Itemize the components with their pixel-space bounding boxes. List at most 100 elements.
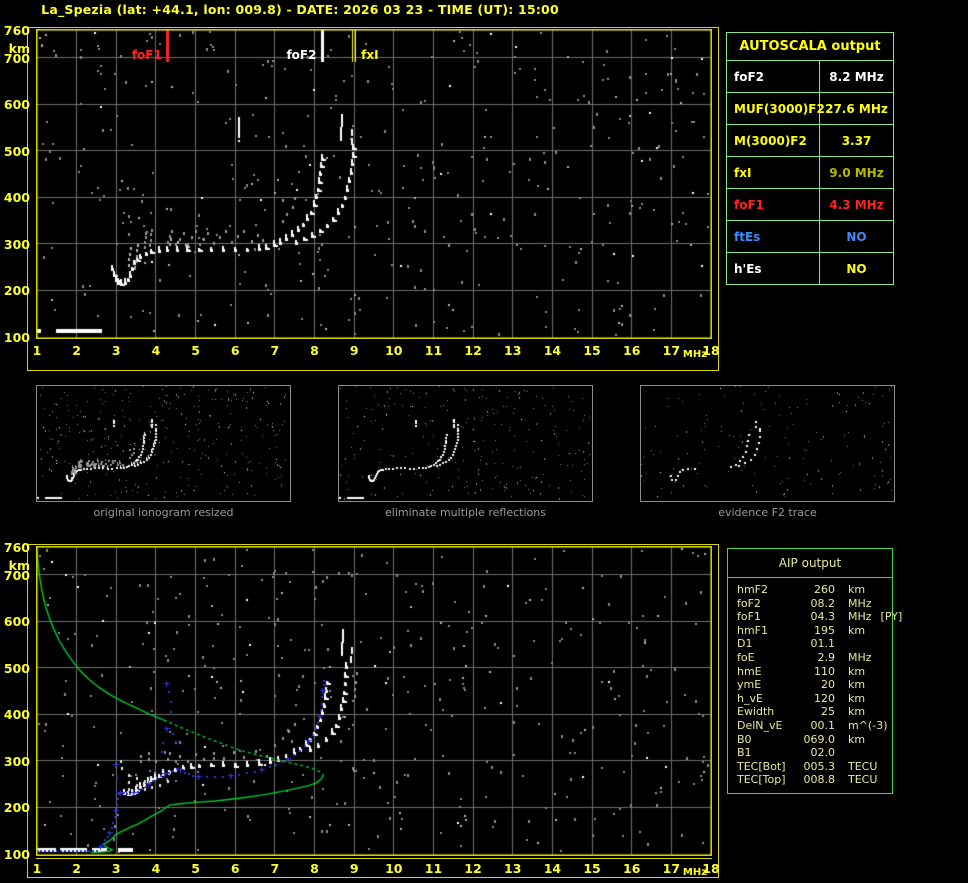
x-tick-10: 10 — [385, 343, 403, 358]
x-tick-15: 15 — [583, 343, 601, 358]
autoscala-row-foF1: foF1 4.3 MHz — [727, 188, 893, 220]
autoscala-param-value: 4.3 MHz — [829, 197, 884, 212]
aip-av: 08.2 — [810, 596, 836, 610]
thumbnail-caption-evidence: evidence F2 trace — [718, 506, 817, 519]
autoscala-row-MUF(3000)F2: MUF(3000)F2 27.6 MHz — [727, 92, 893, 124]
x-tick-17: 17 — [662, 343, 681, 358]
aip-an: hmE — [737, 664, 762, 678]
thumbnail-eliminate-canvas — [339, 386, 592, 501]
autoscala-row-ftEs: ftEs NO — [727, 220, 893, 252]
aip-au: TECU — [848, 773, 878, 787]
aip-av: 00.1 — [810, 718, 836, 732]
aip-row-foF1: foF1 04.3 MHz [PY] — [737, 610, 902, 624]
aip-row-hmF1: hmF1 195 km — [737, 624, 892, 638]
autoscala-param-label: MUF(3000)F2 — [727, 93, 825, 124]
autoscala-param-value: NO — [846, 229, 867, 244]
x-tick-2: 2 — [72, 343, 81, 358]
x-tick-1: 1 — [32, 343, 42, 358]
y-tick-200: 200 — [3, 283, 30, 299]
x-axis-unit: MHz — [682, 349, 708, 360]
aip-av: 069.0 — [803, 732, 836, 746]
aip-row-Ewidth: Ewidth 25 km — [737, 705, 892, 719]
aip-au: TECU — [848, 759, 878, 773]
aip-au: km — [848, 732, 866, 746]
aip-av: 110 — [814, 664, 835, 678]
x-tick-6: 6 — [230, 343, 240, 358]
aip-output-table: AIP output hmF2 260 km foF2 08.2 MHz foF1 04.3 M… — [727, 548, 902, 794]
aip-an: foF1 — [737, 610, 761, 624]
x-tick-12: 12 — [464, 861, 482, 876]
aip-row-h_vE: h_vE 120 km — [737, 692, 892, 706]
y-tick-200: 200 — [3, 800, 30, 816]
aip-au: km — [848, 705, 866, 719]
y-tick-760: 760 — [3, 540, 30, 555]
ionogram-bottom-plot — [36, 546, 712, 856]
top-y-axis-labels: 760 700 600 500 400 300 200 100 km — [0, 23, 33, 345]
aip-an: DelN_vE — [737, 718, 783, 732]
aip-av: 20 — [821, 678, 835, 692]
aip-au: MHz — [848, 596, 872, 610]
x-tick-14: 14 — [543, 343, 562, 358]
x-tick-17: 17 — [662, 861, 681, 876]
thumbnail-caption-eliminate: eliminate multiple reflections — [385, 506, 546, 519]
y-tick-500: 500 — [3, 660, 30, 676]
x-tick-9: 9 — [349, 861, 359, 876]
aip-an: ymE — [737, 678, 762, 692]
x-tick-1: 1 — [32, 861, 42, 876]
autoscala-param-label: M(3000)F2 — [727, 125, 820, 156]
x-tick-11: 11 — [424, 861, 443, 876]
y-tick-300: 300 — [3, 753, 30, 769]
y-tick-500: 500 — [3, 143, 30, 159]
autoscala-screen: { "window": { "title": "La_Spezia (lat: … — [0, 0, 968, 883]
aip-row-foE: foE 2.9 MHz — [737, 651, 892, 665]
top-x-axis-labels: 1 2 3 4 5 6 7 8 9 10 11 12 13 14 15 16 17 18 MHz — [33, 342, 726, 360]
x-tick-16: 16 — [623, 343, 641, 358]
aip-av: 005.3 — [803, 759, 836, 773]
aip-av: 04.3 — [810, 610, 836, 624]
autoscala-table-rows: foF2 8.2 MHz MUF(3000)F2 27.6 MHz M(3000)F2 3… — [727, 60, 893, 284]
aip-au: km — [848, 583, 866, 596]
aip-table-rows: hmF2 260 km foF2 08.2 MHz foF1 04.3 MHz [PY] hmF1 1… — [728, 578, 902, 787]
marker-label-foF1: foF1 — [131, 48, 162, 62]
x-tick-3: 3 — [111, 343, 121, 358]
aip-row-hmF2: hmF2 260 km — [737, 583, 892, 597]
x-axis-unit: MHz — [682, 867, 708, 878]
x-tick-4: 4 — [151, 861, 161, 876]
autoscala-param-label: foF1 — [727, 189, 820, 220]
y-axis-unit: km — [8, 41, 30, 56]
top-marker-labels: foF1 foF2 fxI — [36, 29, 712, 99]
aip-au: km — [848, 678, 866, 692]
x-tick-6: 6 — [230, 861, 240, 876]
x-tick-16: 16 — [623, 861, 641, 876]
marker-label-fxI: fxI — [361, 48, 379, 62]
aip-av: 25 — [821, 705, 835, 719]
aip-av: 120 — [814, 691, 835, 705]
x-tick-12: 12 — [464, 343, 482, 358]
aip-row-DelN_vE: DelN_vE 00.1 m^(-3) — [737, 719, 892, 733]
thumbnail-original-canvas — [37, 386, 290, 501]
autoscala-param-value: 9.0 MHz — [829, 165, 884, 180]
aip-an: h_vE — [737, 691, 763, 705]
autoscala-output-table: AUTOSCALA output foF2 8.2 MHz MUF(3000)F2 2… — [726, 32, 894, 285]
autoscala-param-value: NO — [846, 261, 867, 276]
x-tick-5: 5 — [191, 343, 200, 358]
autoscala-param-label: foF2 — [727, 61, 820, 92]
autoscala-param-value: 3.37 — [841, 133, 872, 148]
aip-av: 02.0 — [810, 746, 836, 760]
x-tick-3: 3 — [111, 861, 121, 876]
x-tick-7: 7 — [270, 343, 280, 358]
x-tick-7: 7 — [270, 861, 280, 876]
aip-au: MHz — [848, 610, 872, 624]
aip-row-TEC[Top]: TEC[Top] 008.8 TECU — [737, 773, 892, 787]
aip-an: TEC[Top] — [737, 773, 786, 787]
autoscala-row-M(3000)F2: M(3000)F2 3.37 — [727, 124, 893, 156]
aip-au: km — [848, 691, 866, 705]
y-tick-600: 600 — [3, 614, 30, 630]
aip-an: B0 — [737, 732, 752, 746]
autoscala-param-label: h'Es — [727, 253, 820, 284]
thumbnail-evidence-f2 — [640, 385, 895, 502]
aip-an: foF2 — [737, 596, 761, 610]
aip-an: TEC[Bot] — [737, 759, 786, 773]
ionogram-bottom-canvas — [36, 546, 712, 856]
aip-row-hmE: hmE 110 km — [737, 665, 892, 679]
